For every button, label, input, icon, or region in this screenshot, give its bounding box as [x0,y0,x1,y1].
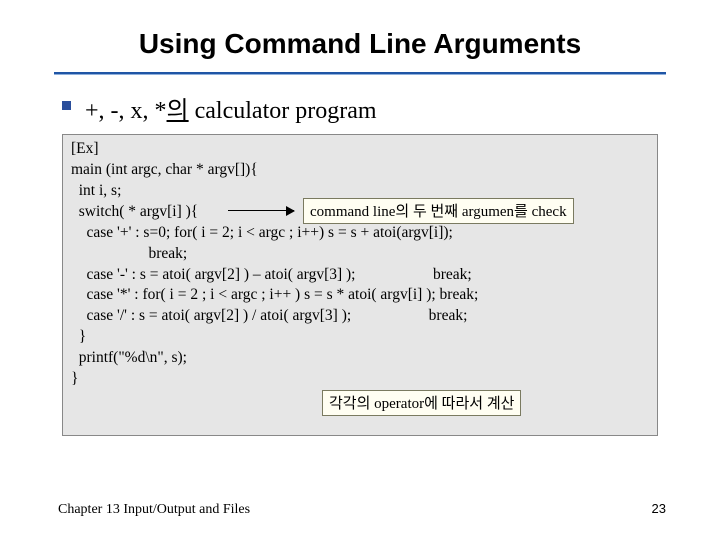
code-line: main (int argc, char * argv[]){ [71,161,258,178]
bullet-prefix: +, -, x, * [85,98,167,124]
bullet-underline: 의 [167,98,189,124]
bullet-text: +, -, x, *의 calculator program [85,90,377,125]
code-line: case '+' : s=0; for( i = 2; i < argc ; i… [71,224,453,241]
code-line: case '/' : s = atoi( argv[2] ) / atoi( a… [71,307,467,324]
code-line: } [71,370,78,387]
bullet-item: +, -, x, *의 calculator program [62,90,377,125]
code-line: printf("%d\n", s); [71,349,187,366]
code-line: case '-' : s = atoi( argv[2] ) – atoi( a… [71,266,472,283]
code-line: break; [71,245,187,262]
page-number: 23 [652,501,666,516]
code-line: } [71,328,86,345]
footer-chapter: Chapter 13 Input/Output and Files [58,502,250,518]
slide-title: Using Command Line Arguments [0,28,720,60]
title-divider [54,72,666,75]
callout-operator-calc: 각각의 operator에 따라서 계산 [322,390,521,416]
code-listing: [Ex] main (int argc, char * argv[]){ int… [71,139,651,390]
callout-check-argument: command line의 두 번째 argumen를 check [303,198,574,224]
slide: Using Command Line Arguments +, -, x, *의… [0,0,720,540]
code-line: int i, s; [71,182,121,199]
bullet-suffix: calculator program [189,98,377,124]
code-line: case '*' : for( i = 2 ; i < argc ; i++ )… [71,286,478,303]
arrow-icon [228,210,294,211]
square-bullet-icon [62,101,71,110]
code-line: switch( * argv[i] ){ [71,203,198,220]
code-line: [Ex] [71,140,99,157]
